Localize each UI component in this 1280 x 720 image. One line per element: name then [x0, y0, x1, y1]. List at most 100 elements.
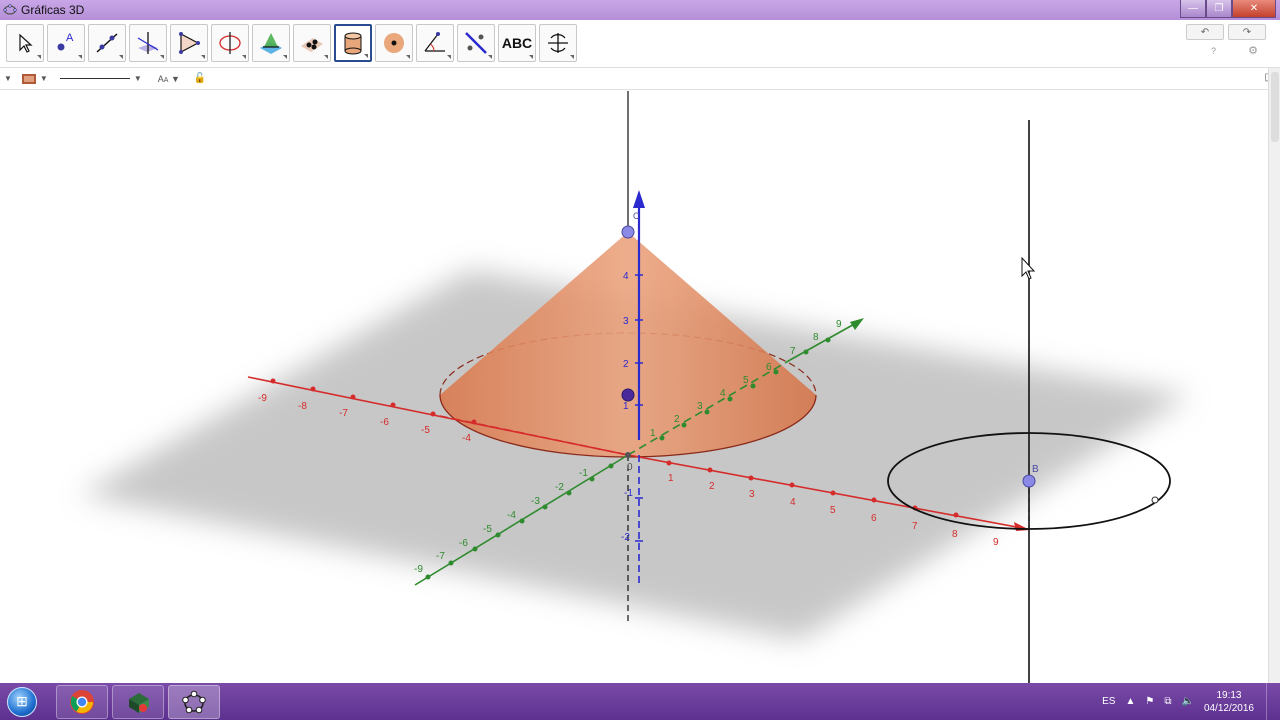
x-tick-label: -9: [258, 393, 267, 404]
z-tick-label: 1: [623, 401, 629, 412]
y-tick-label: 4: [720, 388, 726, 399]
color-swatch-button[interactable]: [21, 73, 36, 84]
origin-label: 0: [627, 462, 633, 473]
geogebra-icon: [182, 690, 206, 713]
z-tick-label: -1: [624, 488, 633, 499]
line-icon: [96, 33, 118, 53]
y-tick-label: -7: [436, 551, 445, 562]
chrome-icon: [70, 689, 94, 714]
network-icon[interactable]: ⧉: [1164, 696, 1171, 707]
show-desktop-button[interactable]: [1266, 683, 1280, 720]
text-tool[interactable]: ABC: [498, 24, 536, 62]
start-button[interactable]: ⊞: [0, 684, 44, 720]
line-style-button[interactable]: [59, 78, 130, 79]
windows-logo-icon: ⊞: [7, 686, 37, 717]
x-tick-label: -4: [462, 433, 471, 444]
angle-icon: [424, 32, 445, 52]
angle-tool[interactable]: [416, 24, 454, 62]
window-title-bar: Gráficas 3D — ❐ ✕: [0, 0, 1280, 20]
circle-tool[interactable]: [211, 24, 249, 62]
cylinder-tool[interactable]: [334, 24, 372, 62]
action-center-flag-icon[interactable]: ⚑: [1145, 696, 1154, 707]
show-hidden-icons-icon[interactable]: ▲: [1125, 696, 1135, 707]
perpendicular-tool[interactable]: [129, 24, 167, 62]
toolbar: A ABC ↶ ↷ ? ⚙: [0, 20, 1280, 68]
system-tray: ES ▲ ⚑ ⧉ 🔈 19:13 04/12/2016: [1102, 683, 1280, 720]
settings-gear-icon[interactable]: ⚙: [1248, 44, 1258, 57]
close-button[interactable]: ✕: [1232, 0, 1276, 18]
move-tool[interactable]: [6, 24, 44, 62]
z-tick-label: 3: [623, 316, 629, 327]
plane-intersection-icon: [260, 33, 282, 54]
circle-axis-icon: [219, 32, 241, 54]
line-tool[interactable]: [88, 24, 126, 62]
polygon-tool[interactable]: [170, 24, 208, 62]
intersect-surfaces-tool[interactable]: [252, 24, 290, 62]
chevron-down-icon[interactable]: ▼: [134, 74, 142, 83]
y-tick-label: 8: [813, 332, 819, 343]
plane-tool[interactable]: [293, 24, 331, 62]
perpendicular-icon: [137, 32, 159, 54]
z-tick-label: 4: [623, 271, 629, 282]
toggle-stylebar-icon[interactable]: ▼: [4, 74, 12, 83]
cylinder-icon: [344, 32, 362, 55]
x-tick-label: 9: [993, 537, 999, 548]
undo-redo-group: ↶ ↷: [1186, 24, 1266, 40]
style-bar: ▼ ▼ ▼ AA ▼ 🔓 ◫: [0, 68, 1280, 90]
maximize-button[interactable]: ❐: [1206, 0, 1232, 18]
x-tick-label: -7: [339, 408, 348, 419]
triangle-icon: [179, 32, 200, 54]
point-tool[interactable]: A: [47, 24, 85, 62]
taskbar-geogebra[interactable]: [168, 684, 220, 719]
y-tick-label: -6: [459, 538, 468, 549]
y-tick-label: 9: [836, 319, 842, 330]
z-axis-arrow-icon: [633, 190, 645, 208]
cone-apex-point[interactable]: [621, 225, 635, 239]
z-tick-label: -2: [621, 532, 630, 543]
minimize-button[interactable]: —: [1180, 0, 1206, 18]
y-tick-label: -3: [531, 496, 540, 507]
x-tick-label: 3: [749, 489, 755, 500]
tool-group: A ABC: [6, 24, 577, 62]
language-indicator[interactable]: ES: [1102, 696, 1115, 707]
x-tick-label: -6: [380, 417, 389, 428]
taskbar-app-2[interactable]: [112, 684, 164, 719]
reflect-icon: [465, 32, 487, 54]
volume-icon[interactable]: 🔈: [1181, 696, 1193, 707]
cone-center-point[interactable]: [621, 388, 635, 402]
arrow-cursor-icon: [19, 33, 33, 53]
mouse-cursor-icon: [1021, 256, 1036, 280]
x-tick-label: 4: [790, 497, 796, 508]
y-tick-label: 5: [743, 375, 749, 386]
help-icon[interactable]: ?: [1211, 46, 1216, 56]
taskbar-chrome[interactable]: [56, 684, 108, 719]
media-app-icon: [129, 692, 149, 713]
x-tick-label: -5: [421, 425, 430, 436]
point-b[interactable]: [1022, 474, 1036, 488]
clock[interactable]: 19:13 04/12/2016: [1204, 689, 1254, 715]
y-tick-label: 7: [790, 346, 796, 357]
vertical-scrollbar[interactable]: [1268, 68, 1280, 683]
graphics-3d-view[interactable]: -9 -8 -7 -6 -5 -4 1 2 3 4 5 6 7 8 9 -9 -…: [0, 91, 1268, 683]
chevron-down-icon[interactable]: ▼: [40, 74, 48, 83]
geogebra-app-icon: [3, 4, 17, 15]
undo-button[interactable]: ↶: [1186, 24, 1224, 40]
scene-3d[interactable]: -9 -8 -7 -6 -5 -4 1 2 3 4 5 6 7 8 9 -9 -…: [0, 91, 1268, 683]
circle-point[interactable]: [1151, 496, 1159, 504]
lock-icon[interactable]: 🔓: [194, 73, 206, 84]
y-tick-label: -4: [507, 510, 516, 521]
sphere-tool[interactable]: [375, 24, 413, 62]
y-tick-label: -2: [555, 482, 564, 493]
reflect-tool[interactable]: [457, 24, 495, 62]
scrollbar-thumb[interactable]: [1271, 72, 1279, 142]
y-tick-label: 6: [766, 362, 772, 373]
x-tick-label: 8: [952, 529, 958, 540]
x-tick-label: 5: [830, 505, 836, 516]
y-tick-label: -1: [579, 468, 588, 479]
redo-button[interactable]: ↷: [1228, 24, 1266, 40]
label-style-button[interactable]: AA ▼: [158, 74, 180, 84]
plane-points-icon: [301, 38, 323, 52]
rotate-view-tool[interactable]: [539, 24, 577, 62]
clock-date: 04/12/2016: [1203, 702, 1254, 714]
y-tick-label: 2: [674, 414, 680, 425]
